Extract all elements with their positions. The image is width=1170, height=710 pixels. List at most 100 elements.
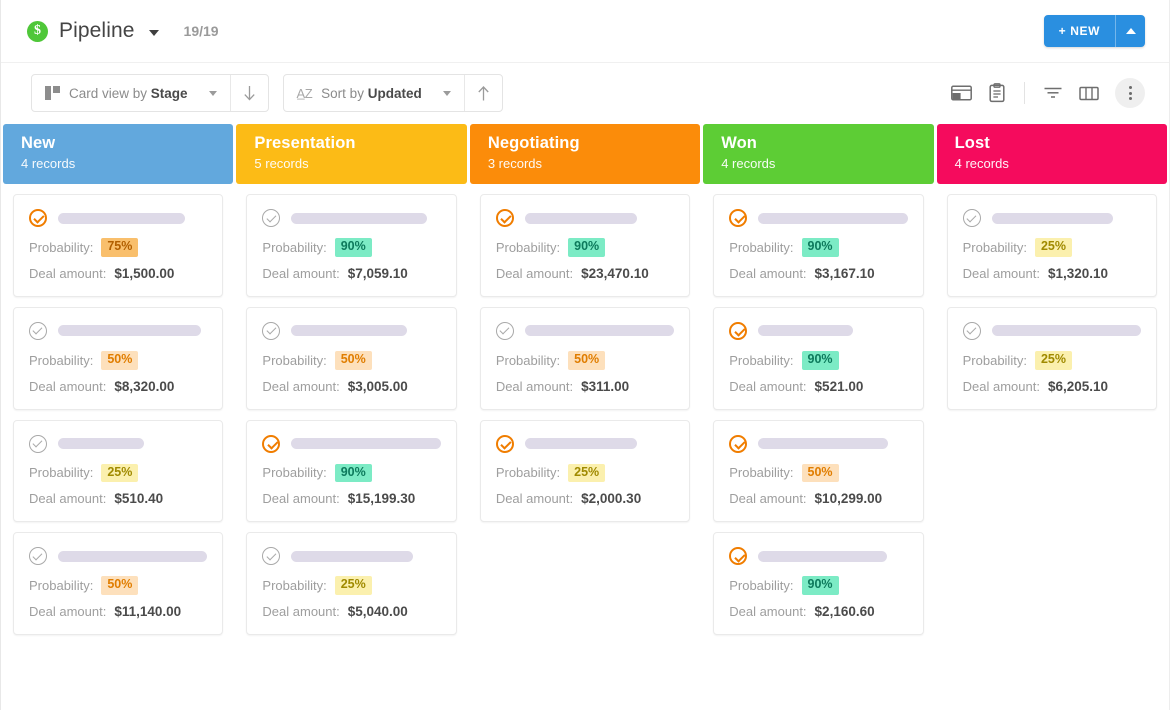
column-bodies: Probability:75%Deal amount:$1,500.00Prob… — [1, 184, 1169, 645]
deal-card[interactable]: Probability:50%Deal amount:$311.00 — [480, 307, 690, 410]
deal-card[interactable]: Probability:50%Deal amount:$3,005.00 — [246, 307, 456, 410]
kebab-menu-icon[interactable] — [1115, 78, 1145, 108]
probability-badge: 50% — [335, 351, 372, 370]
clipboard-icon[interactable] — [988, 83, 1006, 103]
card-header — [496, 322, 674, 340]
deal-card[interactable]: Probability:25%Deal amount:$5,040.00 — [246, 532, 456, 635]
column-record-count: 4 records — [955, 156, 1167, 171]
column-header-won[interactable]: Won4 records — [703, 124, 933, 184]
brand: $ Pipeline 19/19 — [27, 19, 219, 43]
deal-card[interactable]: Probability:25%Deal amount:$1,320.10 — [947, 194, 1157, 297]
column-header-presentation[interactable]: Presentation5 records — [236, 124, 466, 184]
probability-badge: 90% — [568, 238, 605, 257]
column-record-count: 3 records — [488, 156, 700, 171]
new-button-group: + NEW — [1044, 15, 1145, 47]
check-circle-icon[interactable] — [262, 322, 280, 340]
card-header — [963, 209, 1141, 227]
columns-icon[interactable] — [1079, 85, 1099, 102]
view-control: Card view by Stage — [31, 74, 269, 112]
card-header — [729, 435, 907, 453]
column-header-negotiating[interactable]: Negotiating3 records — [470, 124, 700, 184]
probability-label: Probability: — [729, 465, 793, 480]
deal-amount-value: $23,470.10 — [581, 266, 649, 281]
probability-row: Probability:90% — [729, 351, 907, 370]
check-circle-icon[interactable] — [729, 209, 747, 227]
deal-amount-value: $3,005.00 — [348, 379, 408, 394]
check-circle-icon[interactable] — [262, 435, 280, 453]
check-circle-icon[interactable] — [496, 322, 514, 340]
deal-card[interactable]: Probability:25% Deal amount:$510.40 — [13, 420, 223, 523]
column-header-new[interactable]: New4 records — [3, 124, 233, 184]
pipeline-app: $ Pipeline 19/19 + NEW Card view by Stag… — [0, 0, 1170, 710]
deal-title-placeholder — [58, 551, 207, 562]
check-circle-icon[interactable] — [262, 209, 280, 227]
filter-icon[interactable] — [1043, 85, 1063, 101]
check-circle-icon[interactable] — [29, 435, 47, 453]
deal-title-placeholder — [58, 213, 185, 224]
deal-amount-label: Deal amount: — [729, 604, 806, 619]
probability-badge: 50% — [568, 351, 605, 370]
deal-card[interactable]: Probability:50%Deal amount:$8,320.00 — [13, 307, 223, 410]
deal-amount-value: $311.00 — [581, 379, 629, 394]
card-view-icon — [45, 86, 60, 100]
check-circle-icon[interactable] — [963, 322, 981, 340]
new-button[interactable]: + NEW — [1044, 15, 1115, 47]
deal-amount-row: Deal amount:$521.00 — [729, 379, 907, 394]
deal-title-placeholder — [992, 213, 1113, 224]
card-header — [496, 435, 674, 453]
check-circle-icon[interactable] — [29, 209, 47, 227]
split-panel-icon[interactable] — [951, 84, 972, 102]
column-cards-lost: Probability:25%Deal amount:$1,320.10Prob… — [937, 184, 1167, 420]
chevron-down-icon — [209, 91, 217, 96]
deal-card[interactable]: Probability:90%Deal amount:$23,470.10 — [480, 194, 690, 297]
probability-row: Probability:50% — [729, 464, 907, 483]
arrow-up-icon — [476, 85, 491, 102]
view-selector[interactable]: Card view by Stage — [32, 75, 230, 111]
check-circle-icon[interactable] — [496, 435, 514, 453]
sort-control: A̲Z Sort by Updated — [283, 74, 503, 112]
probability-row: Probability:25% — [262, 576, 440, 595]
probability-badge: 75% — [101, 238, 138, 257]
check-circle-icon[interactable] — [496, 209, 514, 227]
column-name: New — [21, 134, 233, 153]
check-circle-icon[interactable] — [729, 435, 747, 453]
deal-amount-label: Deal amount: — [496, 491, 573, 506]
deal-card[interactable]: Probability:50%Deal amount:$10,299.00 — [713, 420, 923, 523]
sort-selector[interactable]: A̲Z Sort by Updated — [284, 75, 464, 111]
column-header-lost[interactable]: Lost4 records — [937, 124, 1167, 184]
chevron-down-icon[interactable] — [149, 30, 159, 36]
check-circle-icon[interactable] — [729, 547, 747, 565]
probability-badge: 90% — [802, 576, 839, 595]
sort-direction-button[interactable] — [464, 75, 502, 111]
check-circle-icon[interactable] — [963, 209, 981, 227]
deal-amount-label: Deal amount: — [729, 379, 806, 394]
deal-amount-label: Deal amount: — [262, 604, 339, 619]
card-header — [29, 209, 207, 227]
view-direction-button[interactable] — [230, 75, 268, 111]
deal-card[interactable]: Probability:90% Deal amount:$521.00 — [713, 307, 923, 410]
new-button-dropdown[interactable] — [1115, 15, 1145, 47]
check-circle-icon[interactable] — [29, 322, 47, 340]
deal-card[interactable]: Probability:90%Deal amount:$3,167.10 — [713, 194, 923, 297]
deal-amount-label: Deal amount: — [262, 379, 339, 394]
probability-badge: 25% — [568, 464, 605, 483]
check-circle-icon[interactable] — [729, 322, 747, 340]
deal-amount-row: Deal amount:$510.40 — [29, 491, 207, 506]
check-circle-icon[interactable] — [29, 547, 47, 565]
deal-amount-value: $2,000.30 — [581, 491, 641, 506]
card-header — [963, 322, 1141, 340]
check-circle-icon[interactable] — [262, 547, 280, 565]
deal-card[interactable]: Probability:75%Deal amount:$1,500.00 — [13, 194, 223, 297]
deal-amount-label: Deal amount: — [262, 491, 339, 506]
deal-card[interactable]: Probability:50%Deal amount:$11,140.00 — [13, 532, 223, 635]
deal-card[interactable]: Probability:90%Deal amount:$2,160.60 — [713, 532, 923, 635]
deal-amount-row: Deal amount: $2,000.30 — [496, 491, 674, 506]
probability-row: Probability:90% — [729, 576, 907, 595]
deal-card[interactable]: Probability:25%Deal amount:$2,000.30 — [480, 420, 690, 523]
deal-card[interactable]: Probability:90%Deal amount:$15,199.30 — [246, 420, 456, 523]
deal-title-placeholder — [758, 551, 886, 562]
probability-row: Probability:25% — [29, 464, 207, 483]
deal-card[interactable]: Probability:90%Deal amount:$7,059.10 — [246, 194, 456, 297]
deal-card[interactable]: Probability:25%Deal amount:$6,205.10 — [947, 307, 1157, 410]
deal-title-placeholder — [291, 438, 440, 449]
